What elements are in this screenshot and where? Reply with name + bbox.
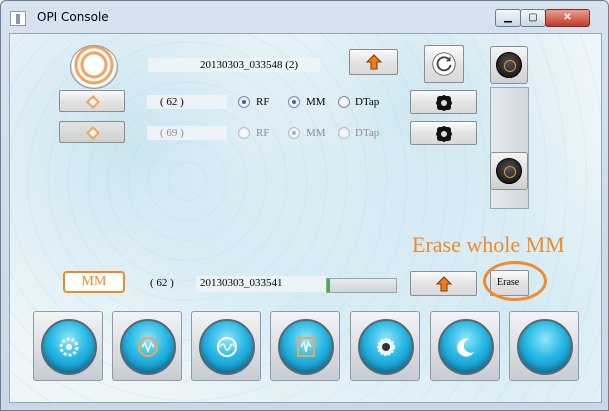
- row2-dtap-radio[interactable]: [338, 127, 350, 139]
- row2-rf-radio[interactable]: [238, 127, 250, 139]
- gear-icon: [59, 337, 79, 357]
- puzzle-icon: [436, 126, 452, 142]
- row1-mm-label: MM: [306, 96, 326, 108]
- row1-mm-radio[interactable]: [288, 96, 300, 108]
- erase-highlight-circle: [483, 261, 547, 301]
- up-arrow-icon: [365, 54, 382, 70]
- rotate-wave-button[interactable]: [112, 311, 182, 381]
- upload-button[interactable]: [349, 49, 398, 75]
- moon-icon: [457, 338, 474, 357]
- device-logo-icon: [70, 45, 118, 89]
- blank-orb-icon: [517, 319, 573, 375]
- blank-orb-button[interactable]: [509, 311, 579, 381]
- row2-action-button[interactable]: [410, 121, 477, 145]
- mm-upload-button[interactable]: [410, 271, 477, 296]
- row1-dtap-label: DTap: [355, 96, 380, 108]
- row2-mm-radio[interactable]: [288, 127, 300, 139]
- power-button-slider[interactable]: [490, 152, 528, 190]
- row1-rf-radio[interactable]: [238, 96, 250, 108]
- diamond-button-1[interactable]: [59, 90, 125, 112]
- app-logo-icon: [10, 11, 26, 26]
- diamond-arrows-icon: [86, 95, 100, 109]
- client-area: 20130303_033548 (2) ( 62 ) RF MM DTap (…: [9, 33, 602, 403]
- power-icon: [496, 52, 522, 78]
- diamond-arrows-icon: [86, 126, 100, 140]
- rotate-wave-icon: [138, 337, 158, 357]
- mm-badge: MM: [63, 271, 125, 293]
- mm-count: ( 62 ): [150, 277, 174, 289]
- frame-wave-button[interactable]: [270, 311, 340, 381]
- row2-rf-label: RF: [256, 127, 270, 139]
- row1-count: ( 62 ): [160, 96, 184, 108]
- mm-filename: 20130303_033541: [200, 277, 283, 289]
- mm-progress-bar: [326, 278, 397, 293]
- row1-dtap-radio[interactable]: [338, 96, 350, 108]
- count-field-bg-1: [147, 95, 227, 109]
- window-title: OPI Console: [37, 10, 109, 24]
- progress-fill: [327, 279, 331, 292]
- circle-wave-button[interactable]: [191, 311, 261, 381]
- gear-button[interactable]: [33, 311, 103, 381]
- power-icon: [496, 158, 522, 184]
- maximize-button[interactable]: ▢: [520, 9, 546, 27]
- minimize-button[interactable]: ▁: [495, 9, 521, 27]
- refresh-button[interactable]: [424, 45, 464, 83]
- app-window: OPI Console ▁ ▢ ✕ 20130303_033548 (2) ( …: [0, 0, 609, 411]
- refresh-icon: [432, 52, 456, 76]
- sun-eye-icon: [377, 338, 395, 356]
- top-filename: 20130303_033548 (2): [200, 59, 299, 71]
- annotation-text: Erase whole MM: [412, 232, 565, 257]
- row2-count: ( 69 ): [160, 127, 184, 139]
- circle-wave-icon: [217, 337, 237, 357]
- row1-rf-label: RF: [256, 96, 270, 108]
- sun-eye-button[interactable]: [350, 311, 420, 381]
- diamond-button-2[interactable]: [59, 121, 125, 143]
- row1-action-button[interactable]: [410, 90, 477, 114]
- puzzle-icon: [436, 95, 452, 111]
- close-button[interactable]: ✕: [545, 9, 590, 27]
- vertical-slider-track[interactable]: [490, 87, 529, 209]
- moon-button[interactable]: [430, 311, 500, 381]
- power-button-top[interactable]: [490, 46, 528, 84]
- frame-wave-icon: [297, 337, 315, 357]
- row2-dtap-label: DTap: [355, 127, 380, 139]
- title-bar: OPI Console ▁ ▢ ✕: [1, 1, 608, 33]
- count-field-bg-2: [147, 126, 227, 140]
- row2-mm-label: MM: [306, 127, 326, 139]
- up-arrow-icon: [435, 275, 452, 291]
